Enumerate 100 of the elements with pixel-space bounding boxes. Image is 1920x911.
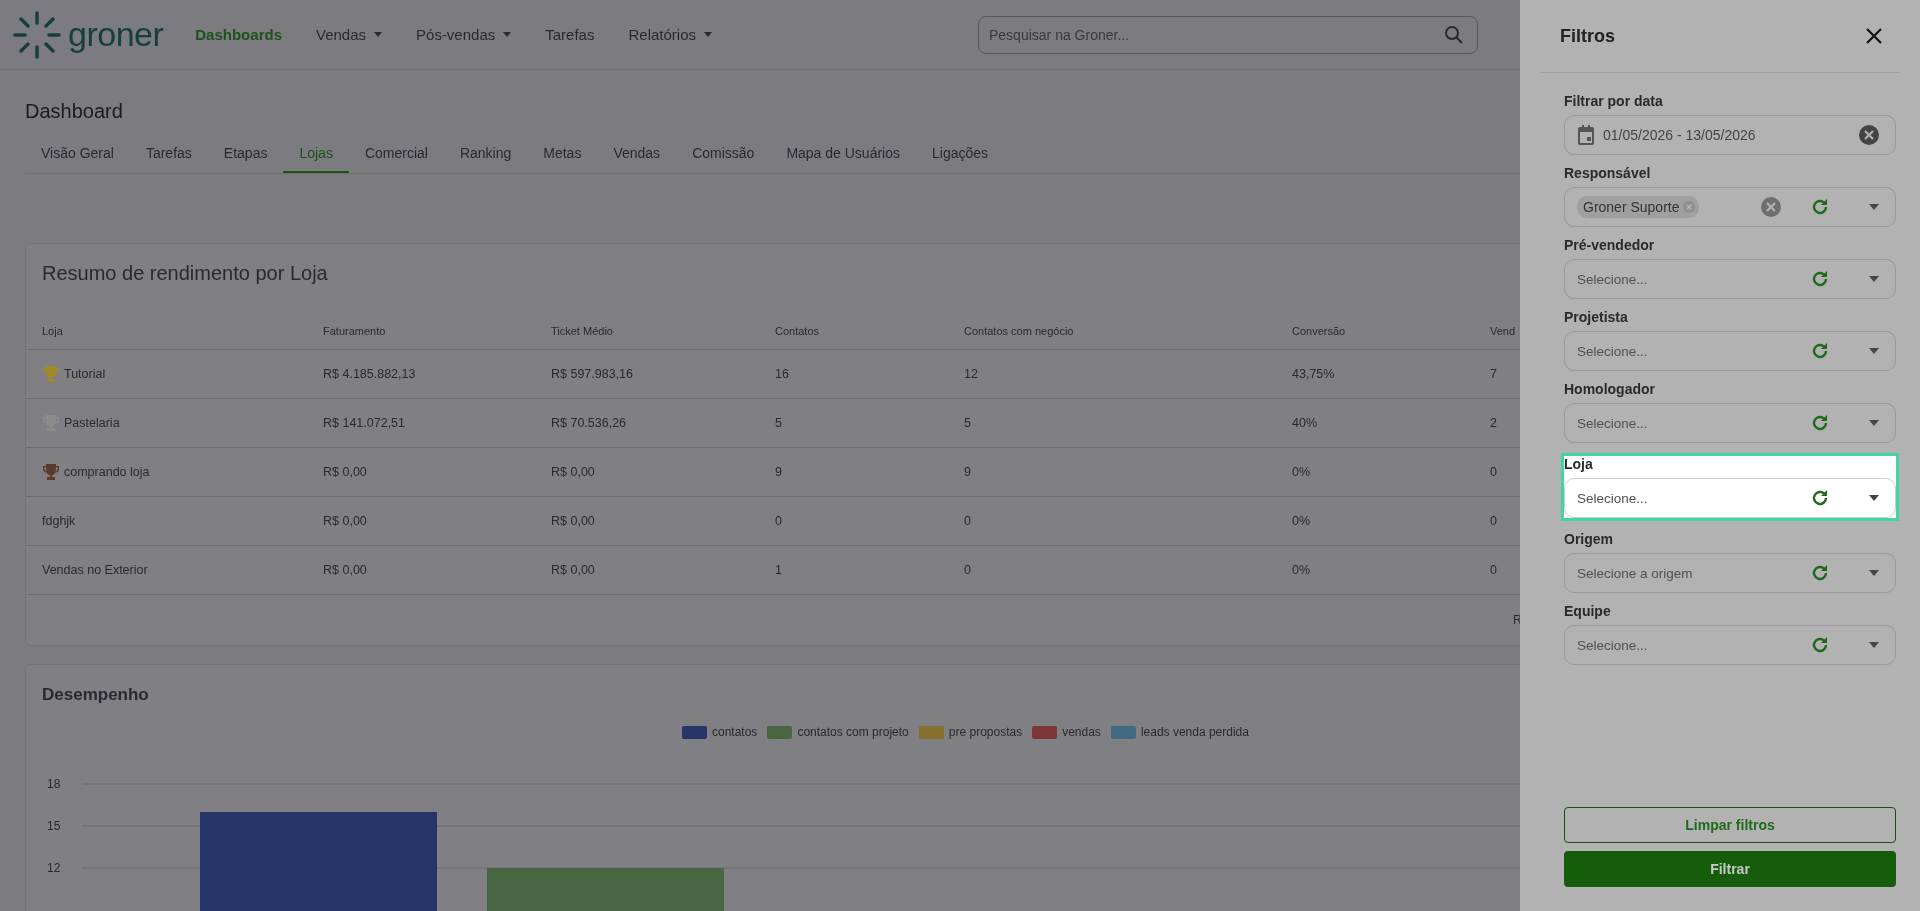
field-placeholder: Selecione... bbox=[1577, 271, 1648, 287]
table-cell: R$ 0,00 bbox=[323, 465, 367, 479]
table-cell: 0 bbox=[964, 514, 971, 528]
select-field[interactable]: Selecione a origem bbox=[1564, 553, 1896, 593]
clear-icon[interactable] bbox=[1859, 125, 1879, 145]
tab[interactable]: Visão Geral bbox=[25, 137, 130, 173]
search-field[interactable]: Pesquisar na Groner... bbox=[978, 15, 1478, 54]
table-cell: 2 bbox=[1490, 416, 1497, 430]
clear-filters-button[interactable]: Limpar filtros bbox=[1564, 807, 1896, 843]
nav-item[interactable]: Relatórios bbox=[628, 26, 712, 43]
table-cell: R$ 0,00 bbox=[551, 563, 595, 577]
table-cell: R$ 0,00 bbox=[323, 563, 367, 577]
column-header: Ticket Médio bbox=[551, 325, 614, 337]
tab[interactable]: Tarefas bbox=[129, 137, 208, 173]
tab[interactable]: Comercial bbox=[348, 137, 444, 173]
column-header: Vend bbox=[1490, 325, 1517, 337]
y-axis-tick: 15 bbox=[47, 819, 61, 833]
table-cell: Vendas no Exterior bbox=[42, 563, 148, 577]
refresh-icon[interactable] bbox=[1811, 414, 1829, 432]
legend-label: vendas bbox=[1062, 725, 1101, 739]
field-label: Filtrar por data bbox=[1564, 93, 1664, 109]
field-placeholder: Selecione... bbox=[1577, 415, 1648, 431]
tab[interactable]: Ranking bbox=[443, 137, 528, 173]
card-title: Desempenho bbox=[42, 685, 150, 705]
dropdown-caret-icon[interactable] bbox=[1869, 420, 1879, 426]
table-cell: 0 bbox=[775, 514, 782, 528]
close-icon[interactable] bbox=[1866, 28, 1882, 44]
field-label: Loja bbox=[1564, 456, 1594, 472]
field-value: 01/05/2026 - 13/05/2026 bbox=[1603, 127, 1756, 143]
table-cell: 0% bbox=[1292, 563, 1311, 577]
calendar-icon bbox=[1577, 125, 1595, 145]
table-cell: 0 bbox=[1490, 563, 1497, 577]
table-cell: 0 bbox=[1490, 465, 1497, 479]
table-cell: R$ 0,00 bbox=[551, 465, 595, 479]
refresh-icon[interactable] bbox=[1811, 342, 1829, 360]
table-cell: 12 bbox=[964, 367, 978, 381]
table-cell: Pastelaria bbox=[64, 416, 120, 430]
card-title: Resumo de rendimento por Loja bbox=[42, 262, 329, 285]
nav-item[interactable]: Dashboards bbox=[195, 26, 282, 43]
tab[interactable]: Lojas bbox=[283, 137, 349, 173]
dropdown-caret-icon[interactable] bbox=[1869, 204, 1879, 210]
tab[interactable]: Comissão bbox=[676, 137, 771, 173]
caret-icon bbox=[704, 32, 712, 37]
date-range-field[interactable]: 01/05/2026 - 13/05/2026 bbox=[1564, 115, 1896, 155]
column-header: Conversão bbox=[1292, 325, 1347, 337]
table-cell: 40% bbox=[1292, 416, 1318, 430]
dropdown-caret-icon[interactable] bbox=[1869, 642, 1879, 648]
table-cell: 0% bbox=[1292, 514, 1311, 528]
table-cell: 43,75% bbox=[1292, 367, 1335, 381]
logo-text: groner bbox=[68, 15, 164, 54]
search-icon bbox=[1444, 24, 1464, 45]
nav-item[interactable]: Tarefas bbox=[545, 26, 595, 43]
field-placeholder: Selecione... bbox=[1577, 490, 1648, 506]
refresh-icon[interactable] bbox=[1811, 198, 1829, 216]
tab[interactable]: Ligações bbox=[916, 137, 1005, 173]
legend-label: pre propostas bbox=[948, 725, 1023, 739]
sunburst-logo-icon bbox=[12, 9, 62, 60]
table-cell: 0 bbox=[964, 563, 971, 577]
dropdown-caret-icon[interactable] bbox=[1869, 570, 1879, 576]
column-header: Loja bbox=[42, 325, 64, 337]
legend-label: leads venda perdida bbox=[1140, 725, 1249, 739]
selected-chip[interactable]: Groner Suporte bbox=[1577, 196, 1699, 218]
select-field[interactable]: Selecione... bbox=[1564, 403, 1896, 443]
table-cell: comprando loja bbox=[64, 465, 150, 479]
table-cell: R$ 0,00 bbox=[323, 514, 367, 528]
select-field[interactable]: Selecione... bbox=[1564, 259, 1896, 299]
refresh-icon[interactable] bbox=[1811, 489, 1829, 507]
y-axis-tick: 12 bbox=[47, 861, 61, 875]
legend-label: contatos bbox=[712, 725, 758, 739]
table-cell: 0 bbox=[1490, 514, 1497, 528]
column-header: Contatos bbox=[775, 325, 821, 337]
table-cell: R$ 4.185.882,13 bbox=[323, 367, 416, 381]
refresh-icon[interactable] bbox=[1811, 270, 1829, 288]
tab[interactable]: Metas bbox=[527, 137, 598, 173]
tab[interactable]: Etapas bbox=[207, 137, 284, 173]
filter-button[interactable]: Filtrar bbox=[1564, 851, 1896, 887]
table-cell: 9 bbox=[964, 465, 971, 479]
nav-item[interactable]: Vendas bbox=[316, 26, 383, 43]
table-cell: fdghjk bbox=[42, 514, 76, 528]
select-field[interactable]: Groner Suporte bbox=[1564, 187, 1896, 227]
table-cell: Tutorial bbox=[64, 367, 106, 381]
panel-title: Filtros bbox=[1560, 25, 1615, 47]
dropdown-caret-icon[interactable] bbox=[1869, 348, 1879, 354]
page-title: Dashboard bbox=[25, 100, 124, 123]
dropdown-caret-icon[interactable] bbox=[1869, 276, 1879, 282]
dropdown-caret-icon[interactable] bbox=[1869, 495, 1879, 501]
table-cell: R$ 0,00 bbox=[551, 514, 595, 528]
table-cell: R$ 597.983,16 bbox=[551, 367, 633, 381]
refresh-icon[interactable] bbox=[1811, 564, 1829, 582]
table-cell: 5 bbox=[775, 416, 782, 430]
nav-item[interactable]: Pós-vendas bbox=[416, 26, 512, 43]
select-field[interactable]: Selecione... bbox=[1564, 478, 1896, 518]
field-placeholder: Selecione... bbox=[1577, 637, 1648, 653]
tab[interactable]: Vendas bbox=[597, 137, 677, 173]
field-label: Homologador bbox=[1564, 381, 1656, 397]
tab[interactable]: Mapa de Usuários bbox=[770, 137, 916, 173]
select-field[interactable]: Selecione... bbox=[1564, 331, 1896, 371]
legend-label: contatos com projeto bbox=[797, 725, 909, 739]
refresh-icon[interactable] bbox=[1811, 636, 1829, 654]
select-field[interactable]: Selecione... bbox=[1564, 625, 1896, 665]
